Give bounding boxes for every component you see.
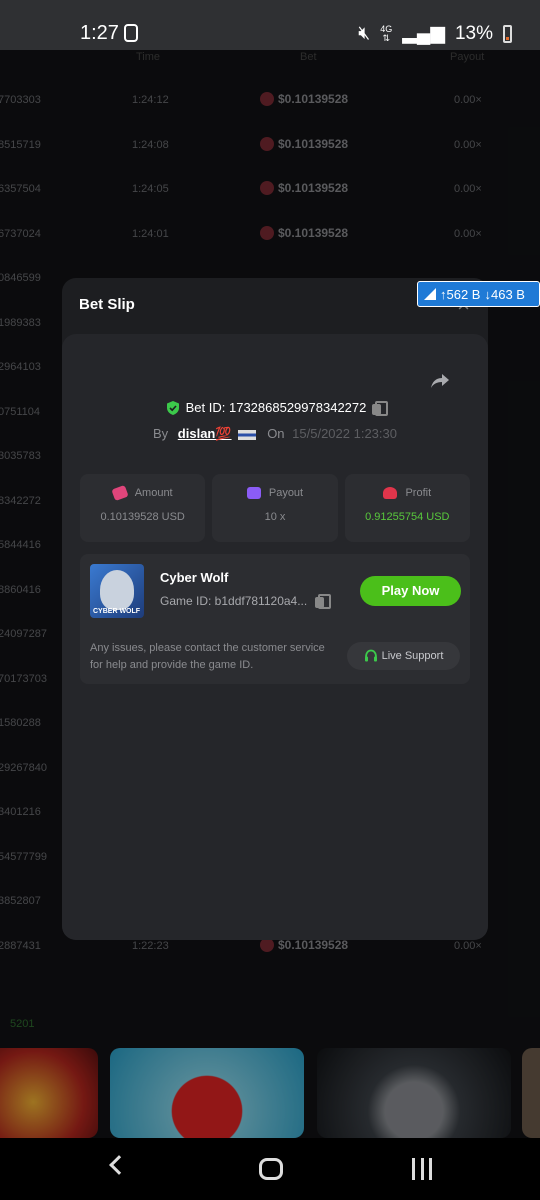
stat-value: 10 x (264, 511, 286, 523)
signal-icon (424, 288, 436, 300)
notification-icon (124, 24, 138, 42)
download-speed: ↓463 B (484, 286, 525, 302)
bet-byline: By dislan💯 On 15/5/2022 1:23:30 (62, 426, 488, 442)
username-link[interactable]: dislan💯 (178, 426, 232, 441)
back-icon[interactable] (109, 1155, 129, 1175)
headset-icon (364, 649, 377, 662)
stat-profit: Profit 0.91255754 USD (344, 474, 470, 542)
bet-id-row: Bet ID: 1732868529978342272 (62, 400, 488, 416)
live-support-button[interactable]: Live Support (347, 642, 460, 670)
payout-icon (246, 487, 261, 499)
bet-id: Bet ID: 1732868529978342272 (185, 400, 367, 415)
game-card: CYBER WOLF Cyber Wolf Game ID: b1ddf7811… (80, 554, 470, 684)
stat-label: Payout (268, 487, 304, 499)
amount-icon (111, 484, 129, 502)
stat-label: Profit (405, 487, 432, 499)
battery-icon (503, 24, 512, 43)
status-bar: 1:27 🔇︎ 4G ⇅ ▂▄▆ 13% (0, 0, 540, 50)
battery-percent: 13% (454, 22, 493, 44)
copy-bet-id-icon[interactable] (372, 400, 389, 416)
bet-date: 15/5/2022 1:23:30 (292, 426, 397, 441)
modal-title: Bet Slip (79, 296, 135, 313)
bet-slip-modal: Bet Slip × Bet ID: 1732868529978342272 B… (62, 278, 488, 940)
share-icon[interactable] (430, 372, 450, 390)
on-label: On (267, 426, 285, 441)
flag-icon (237, 429, 256, 440)
home-icon[interactable] (259, 1158, 283, 1180)
thumb-text: CYBER WOLF (93, 608, 141, 615)
stat-value: 0.10139528 USD (100, 511, 185, 523)
game-id-row: Game ID: b1ddf781120a4... (160, 594, 332, 609)
wolf-icon (100, 570, 134, 610)
play-now-button[interactable]: Play Now (360, 576, 461, 606)
network-indicator: 4G ⇅ (380, 23, 393, 43)
copy-game-id-icon[interactable] (315, 594, 332, 609)
profit-icon (383, 487, 398, 499)
signal-icon: ▂▄▆ (402, 23, 445, 44)
shield-check-icon (166, 400, 179, 415)
stat-amount: Amount 0.10139528 USD (80, 474, 206, 542)
game-id: Game ID: b1ddf781120a4... (160, 594, 308, 608)
bet-slip-body: Bet ID: 1732868529978342272 By dislan💯 O… (62, 334, 488, 940)
game-name: Cyber Wolf (160, 570, 229, 585)
bet-stats: Amount 0.10139528 USD Payout 10 x Profit… (80, 474, 470, 542)
status-time: 1:27 (80, 22, 119, 44)
game-thumbnail[interactable]: CYBER WOLF (90, 564, 144, 618)
network-speed-badge: ↑562 B ↓463 B (417, 281, 540, 307)
stat-label: Amount (134, 487, 173, 499)
recent-apps-icon[interactable] (412, 1158, 432, 1180)
stat-value: 0.91255754 USD (365, 511, 450, 523)
upload-speed: ↑562 B (440, 286, 481, 302)
status-icons: 🔇︎ 4G ⇅ ▂▄▆ 13% (358, 22, 512, 45)
mute-icon: 🔇︎ (358, 22, 371, 44)
navigation-bar (0, 1138, 540, 1200)
support-label: Live Support (381, 650, 444, 662)
by-label: By (153, 426, 169, 441)
issues-text: Any issues, please contact the customer … (90, 642, 325, 671)
stat-payout: Payout 10 x (212, 474, 338, 542)
